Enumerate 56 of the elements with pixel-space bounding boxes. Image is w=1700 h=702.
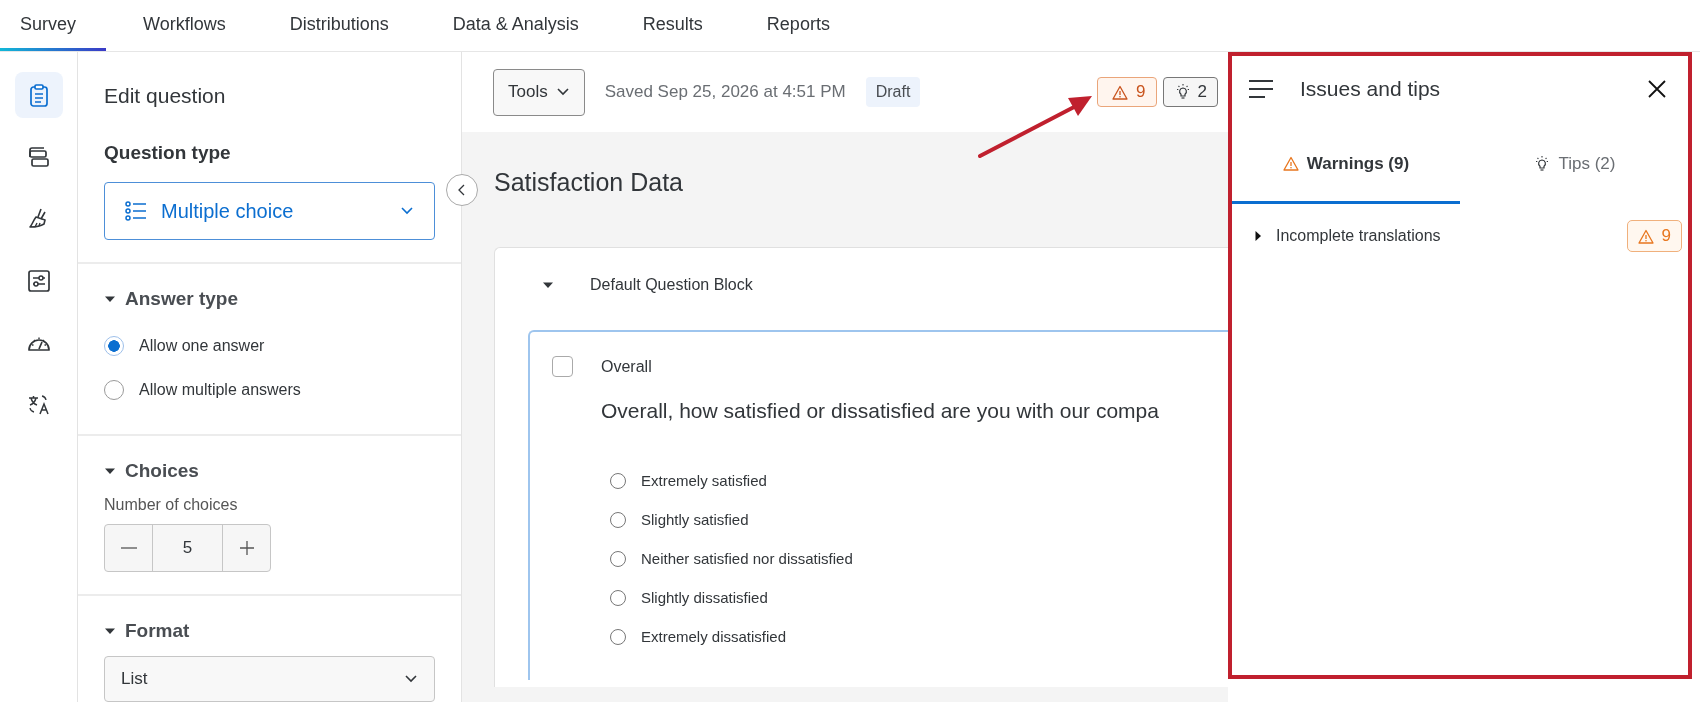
saved-status: Saved Sep 25, 2026 at 4:51 PM (604, 82, 846, 102)
option-label: Allow one answer (139, 337, 265, 355)
plus-icon (238, 540, 255, 556)
chevron-down-icon (404, 674, 418, 684)
radio-button[interactable] (610, 511, 626, 528)
nav-tab[interactable]: Reports (739, 0, 857, 51)
chevron-left-icon (457, 184, 467, 196)
section-header[interactable]: Answer type (104, 288, 435, 310)
block-title: Default Question Block (590, 276, 753, 294)
section-label: Question type (104, 142, 232, 164)
warning-icon (1282, 156, 1299, 171)
choice-label: Extremely satisfied (641, 472, 767, 489)
chevron-down-icon (555, 87, 570, 97)
issue-label[interactable]: Incomplete translations (1276, 227, 1615, 245)
panel-tab[interactable]: Warnings (9) (1232, 134, 1460, 204)
question-tag: Overall (601, 357, 652, 376)
warning-icon (1112, 84, 1129, 100)
radio-button[interactable] (104, 336, 124, 356)
warnings-button[interactable]: 9 (1097, 77, 1157, 107)
panel-title: Edit question (104, 84, 227, 108)
section-header[interactable]: Choices (104, 460, 435, 482)
question-card[interactable]: Overall Overall, how satisfied or dissatisfied are you with our compa Extremely satisfied Slightly satisfied Neither satisfied nor dissatisfied Slightly dissatisfied Extremely dissatisfied (528, 330, 1228, 680)
radio-button[interactable] (610, 472, 626, 489)
chevron-down-icon (400, 206, 414, 216)
choice-label: Extremely dissatisfied (641, 628, 787, 645)
radio-button[interactable] (610, 589, 626, 606)
tips-button[interactable]: 2 (1162, 77, 1218, 107)
panel-title: Issues and tips (1300, 77, 1441, 101)
warning-count-badge: 9 (1626, 220, 1682, 252)
minus-icon (120, 547, 137, 549)
status-badge: Draft (865, 77, 921, 107)
section-header[interactable]: Format (104, 620, 435, 642)
nav-tab[interactable]: Results (615, 0, 730, 51)
choice-label: Slightly dissatisfied (641, 589, 768, 606)
question-type-dropdown[interactable]: Multiple choice (104, 182, 435, 240)
warning-icon (1637, 228, 1654, 244)
radio-button[interactable] (610, 550, 626, 567)
nav-tab[interactable]: Workflows (116, 0, 253, 51)
close-icon[interactable] (1648, 80, 1666, 98)
radio-button[interactable] (610, 628, 626, 645)
choice-label: Neither satisfied nor dissatisfied (641, 550, 853, 567)
survey-title: Satisfaction Data (494, 168, 684, 197)
menu-icon[interactable] (1248, 79, 1274, 99)
panel-tab[interactable]: Tips (2) (1460, 134, 1688, 204)
tools-button[interactable]: Tools (493, 68, 585, 116)
radio-button[interactable] (104, 380, 124, 400)
sliders-icon (25, 268, 52, 294)
field-label: Number of choices (104, 496, 239, 514)
list-icon (125, 201, 147, 221)
choice-label: Slightly satisfied (641, 511, 749, 528)
question-text: Overall, how satisfied or dissatisfied are you with our compa (601, 399, 1160, 423)
checkbox[interactable] (552, 356, 573, 377)
option-label: Allow multiple answers (139, 381, 301, 399)
nav-tab[interactable]: Data & Analysis (425, 0, 606, 51)
nav-tab[interactable]: Distributions (262, 0, 416, 51)
format-dropdown[interactable]: List (104, 656, 435, 702)
